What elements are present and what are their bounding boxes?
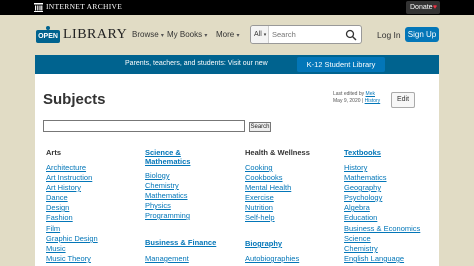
subject-link[interactable]: Architecture — [46, 163, 86, 172]
site-header: OPEN LIBRARY Browse ▾ My Books ▾ More ▾ … — [0, 15, 474, 55]
subject-link[interactable]: Self-help — [245, 213, 275, 222]
internet-archive-title[interactable]: INTERNET ARCHIVE — [46, 2, 122, 11]
history-link[interactable]: History — [365, 98, 381, 104]
subject-link[interactable]: Science — [344, 234, 371, 243]
subject-link[interactable]: Chemistry — [145, 181, 179, 190]
subject-link[interactable]: Nutrition — [245, 203, 273, 212]
meta-separator: | — [361, 98, 364, 104]
k12-banner: Parents, teachers, and students: Visit o… — [35, 55, 439, 74]
main-content: Subjects Last edited by Mek May 9, 2020 … — [35, 74, 439, 266]
subject-link[interactable]: Mathematics — [145, 191, 188, 200]
subject-column-textbooks: Textbooks History Mathematics Geography … — [344, 148, 436, 266]
chevron-down-icon: ▾ — [160, 33, 164, 39]
subject-column-arts: Arts Architecture Art Instruction Art Hi… — [46, 148, 136, 266]
subject-link[interactable]: Programming — [145, 211, 190, 220]
subject-link[interactable]: English Language — [344, 254, 404, 263]
k12-library-button[interactable]: K-12 Student Library — [297, 57, 385, 72]
subject-link[interactable]: Chemistry — [344, 244, 378, 253]
nav-browse[interactable]: Browse ▾ — [132, 30, 164, 39]
subject-link[interactable]: Psychology — [344, 193, 382, 202]
subject-link[interactable]: Management — [145, 254, 189, 263]
nav-my-books[interactable]: My Books ▾ — [167, 30, 207, 39]
search-bar: All ▾ — [250, 25, 362, 44]
banner-text: Parents, teachers, and students: Visit o… — [125, 60, 268, 67]
subject-link[interactable]: Cookbooks — [245, 173, 283, 182]
subject-link[interactable]: History — [344, 163, 367, 172]
subject-link[interactable]: Music Theory — [46, 254, 91, 263]
subject-link[interactable]: Cooking — [245, 163, 273, 172]
nav-my-books-label: My Books — [167, 30, 203, 39]
subject-link[interactable]: Graphic Design — [46, 234, 98, 243]
chevron-down-icon: ▾ — [204, 33, 208, 39]
signup-button[interactable]: Sign Up — [405, 27, 439, 42]
logo-open-badge: OPEN — [36, 30, 60, 43]
internet-archive-bar: INTERNET ARCHIVE Donate ♥ — [0, 0, 474, 15]
logo-library-text: LIBRARY — [63, 27, 128, 42]
page-title: Subjects — [43, 91, 106, 108]
subject-link[interactable]: Geography — [344, 183, 381, 192]
editor-link[interactable]: Mek — [366, 91, 375, 97]
donate-label: Donate — [410, 4, 433, 11]
subject-link[interactable]: Biology — [145, 171, 170, 180]
column-heading: Health & Wellness — [245, 148, 310, 157]
subject-link[interactable]: Autobiographies — [245, 254, 299, 263]
nav-more-label: More — [216, 30, 235, 39]
donate-button[interactable]: Donate ♥ — [406, 1, 440, 14]
column-heading-2[interactable]: Biography — [245, 239, 282, 248]
subject-search-button[interactable]: Search — [249, 122, 271, 132]
column-heading[interactable]: Textbooks — [344, 148, 436, 157]
subject-link[interactable]: Algebra — [344, 203, 370, 212]
nav-more[interactable]: More ▾ — [216, 30, 239, 39]
search-icon[interactable] — [345, 29, 357, 41]
edit-button[interactable]: Edit — [391, 92, 415, 108]
heart-icon: ♥ — [432, 4, 437, 11]
subject-link[interactable]: Film — [46, 224, 60, 233]
chevron-down-icon: ▾ — [263, 32, 267, 38]
search-scope-label: All — [254, 31, 262, 38]
subject-link[interactable]: Mental Health — [245, 183, 291, 192]
search-input[interactable] — [272, 27, 340, 42]
subject-link[interactable]: Exercise — [245, 193, 274, 202]
login-link[interactable]: Log In — [377, 30, 401, 40]
subject-link[interactable]: Fashion — [46, 213, 73, 222]
search-scope-select[interactable]: All ▾ — [251, 26, 269, 43]
subject-link[interactable]: Music — [46, 244, 66, 253]
column-heading-2[interactable]: Business & Finance — [145, 238, 216, 247]
subject-column-science: Science & Mathematics Biology Chemistry … — [145, 148, 235, 266]
open-library-logo[interactable]: OPEN LIBRARY — [36, 26, 127, 48]
subject-link[interactable]: Art Instruction — [46, 173, 92, 182]
subject-link[interactable]: Business & Economics — [344, 224, 420, 233]
subject-link[interactable]: Mathematics — [344, 173, 387, 182]
last-edited-label: Last edited by — [333, 91, 365, 97]
subject-link[interactable]: Physics — [145, 201, 171, 210]
subject-link[interactable]: Dance — [46, 193, 68, 202]
nav-browse-label: Browse — [132, 30, 159, 39]
subject-column-health: Health & Wellness Cooking Cookbooks Ment… — [245, 148, 335, 266]
column-heading: Arts — [46, 148, 62, 157]
edit-metadata: Last edited by Mek May 9, 2020 | History — [333, 91, 380, 105]
column-heading[interactable]: Science & Mathematics — [145, 148, 215, 166]
archive-building-icon[interactable] — [34, 3, 43, 12]
subject-link[interactable]: Art History — [46, 183, 81, 192]
subject-link[interactable]: Education — [344, 213, 377, 222]
chevron-down-icon: ▾ — [236, 33, 240, 39]
subject-search-input[interactable] — [43, 120, 245, 132]
edit-date: May 9, 2020 — [333, 98, 361, 104]
subject-link[interactable]: Design — [46, 203, 69, 212]
